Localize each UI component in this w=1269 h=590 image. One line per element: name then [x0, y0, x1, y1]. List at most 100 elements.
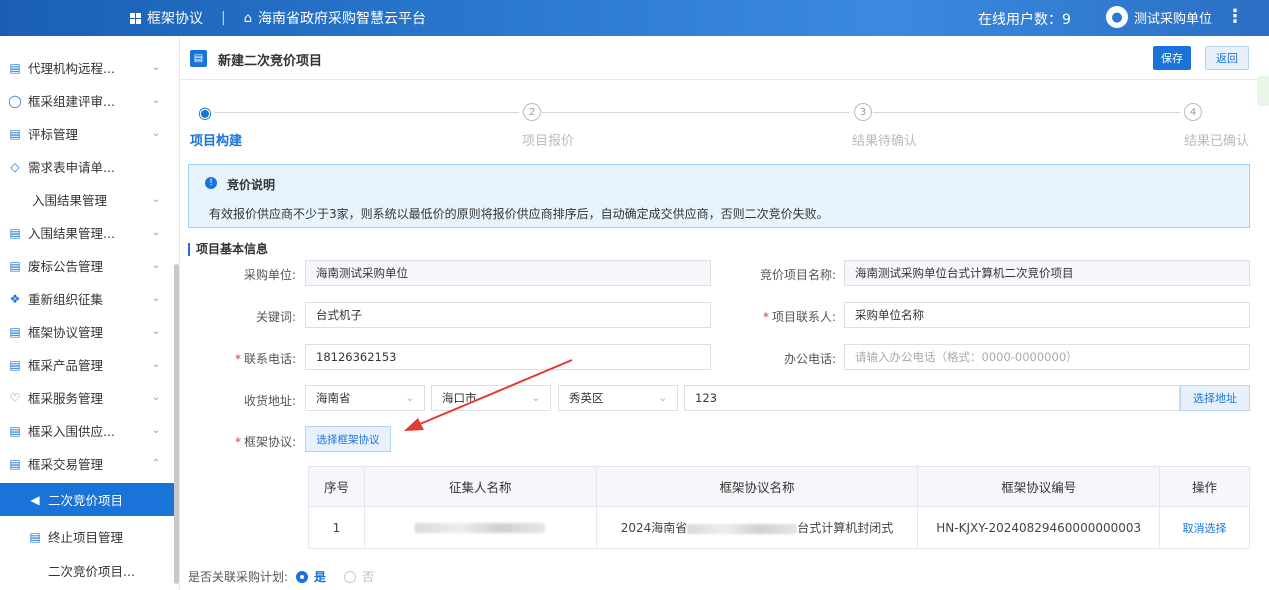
city-select[interactable]: 海口市 ⌄ [431, 385, 551, 411]
sidebar-item-label: 框采组建评审... [28, 94, 115, 109]
redacted-text [415, 523, 546, 533]
sidebar-item-label: 框采入围供应... [28, 424, 115, 439]
product-icon: ▤ [9, 357, 21, 372]
sidebar-item-demand-form[interactable]: ◇ 需求表申请单... [0, 150, 174, 183]
sidebar-item-secondary-bidding[interactable]: ◀ 二次竞价项目 [0, 483, 174, 516]
choose-address-button[interactable]: 选择地址 [1180, 385, 1250, 411]
sidebar-item-trade[interactable]: ▤ 框采交易管理 ⌃ [0, 447, 174, 480]
bidding-icon: ◀ [30, 492, 40, 507]
sidebar-item-evaluation[interactable]: ▤ 评标管理 ⌄ [0, 117, 174, 150]
sidebar-item-label: 代理机构远程... [28, 61, 115, 76]
terminate-icon: ▤ [29, 529, 41, 544]
chevron-down-icon: ⌄ [151, 293, 160, 304]
sidebar-item-supplier[interactable]: ▤ 框采入围供应... ⌄ [0, 414, 174, 447]
module-title[interactable]: 框架协议 [147, 8, 203, 28]
purchaser-field[interactable]: 海南测试采购单位 [305, 260, 711, 286]
address-label: 收货地址: [243, 394, 296, 408]
agency-icon: ▤ [9, 60, 21, 75]
chevron-down-icon: ⌄ [151, 194, 160, 205]
sidebar-item-invalid-bid[interactable]: ▤ 废标公告管理 ⌄ [0, 249, 174, 282]
trade-icon: ▤ [9, 456, 21, 471]
radio-yes-label[interactable]: 是 [314, 568, 326, 585]
radio-no[interactable] [344, 570, 357, 583]
sidebar-item-product[interactable]: ▤ 框采产品管理 ⌄ [0, 348, 174, 381]
step-number: 2 [523, 103, 541, 121]
radio-no-label[interactable]: 否 [362, 568, 374, 585]
phone-label: * 联系电话: [220, 350, 296, 367]
sidebar-item-shortlist-result-2[interactable]: ▤ 入围结果管理... ⌄ [0, 216, 174, 249]
chevron-down-icon: ⌄ [531, 392, 540, 404]
chevron-down-icon: ⌄ [151, 326, 160, 337]
cancel-selection-link[interactable]: 取消选择 [1159, 506, 1250, 549]
user-menu[interactable]: ● 测试采购单位 [1106, 6, 1212, 28]
back-button[interactable]: 返回 [1205, 46, 1249, 70]
address-detail-input[interactable]: 123 [684, 385, 1180, 411]
district-value: 秀英区 [569, 391, 604, 405]
sidebar-item-label: 二次竞价项目 [48, 493, 124, 508]
grid-icon[interactable] [130, 12, 141, 24]
user-name[interactable]: 测试采购单位 [1134, 8, 1212, 27]
agreement-name-prefix: 2024海南省 [620, 521, 688, 535]
agreement-name-suffix: 台式计算机封闭式 [797, 521, 894, 535]
plan-radio-row: 是否关联采购计划: 是 否 [188, 568, 374, 585]
chevron-down-icon: ⌄ [151, 128, 160, 139]
location-pin-icon: ◉ [196, 103, 214, 122]
choose-agreement-button[interactable]: 选择框架协议 [305, 426, 391, 452]
more-icon[interactable]: ⋮ [1226, 6, 1244, 27]
contact-input[interactable]: 采购单位名称 [844, 302, 1250, 328]
chevron-down-icon: ⌄ [151, 392, 160, 403]
platform-title[interactable]: 海南省政府采购智慧云平台 [258, 8, 426, 28]
document-icon: ▤ [190, 50, 207, 67]
sidebar-item-review-team[interactable]: ◯ 框采组建评审... ⌄ [0, 84, 174, 117]
plan-label: 是否关联采购计划: [188, 570, 289, 584]
chevron-down-icon: ⌄ [151, 425, 160, 436]
avatar-icon: ● [1106, 6, 1128, 28]
sidebar-item-shortlist-result[interactable]: 入围结果管理 ⌄ [0, 183, 174, 216]
result-icon: ▤ [9, 225, 21, 240]
agreement-label: * 框架协议: [220, 433, 296, 450]
info-icon: ! [205, 177, 217, 189]
project-name-field[interactable]: 海南测试采购单位台式计算机二次竞价项目 [844, 260, 1250, 286]
keyword-input[interactable]: 台式机子 [305, 302, 711, 328]
sidebar-item-label: 重新组织征集 [28, 292, 104, 307]
radio-yes[interactable] [296, 570, 309, 583]
province-value: 海南省 [316, 391, 351, 405]
save-button[interactable]: 保存 [1153, 46, 1191, 70]
step-label-build: 项目构建 [190, 134, 243, 149]
top-bar: 框架协议 | ⌂ 海南省政府采购智慧云平台 在线用户数：9 ● 测试采购单位 ⋮ [0, 0, 1269, 36]
sidebar-item-secondary-bidding-2[interactable]: 二次竞价项目... [0, 554, 174, 587]
sidebar-item-reorganize[interactable]: ❖ 重新组织征集 ⌄ [0, 282, 174, 315]
phone-input[interactable]: 18126362153 [305, 344, 711, 370]
sidebar-item-label: 终止项目管理 [48, 530, 124, 545]
sidebar-item-label: 框采产品管理 [28, 358, 104, 373]
sidebar-item-agreement[interactable]: ▤ 框架协议管理 ⌄ [0, 315, 174, 348]
agreement-table: 序号 征集人名称 框架协议名称 框架协议编号 操作 1 2024海南省 台式计算机… [308, 466, 1250, 549]
col-index: 序号 [308, 466, 365, 507]
sidebar-scrollbar[interactable] [174, 264, 179, 584]
table-header-row: 序号 征集人名称 框架协议名称 框架协议编号 操作 [308, 466, 1250, 507]
sidebar-item-label: 需求表申请单... [28, 160, 115, 175]
province-select[interactable]: 海南省 ⌄ [305, 385, 425, 411]
step-label-confirmed: 结果已确认 [1184, 134, 1250, 149]
city-value: 海口市 [442, 391, 477, 405]
col-agreement-name: 框架协议名称 [595, 466, 919, 507]
sidebar-item-service[interactable]: ♡ 框采服务管理 ⌄ [0, 381, 174, 414]
sidebar-item-terminate[interactable]: ▤ 终止项目管理 [0, 520, 174, 553]
top-brand: 框架协议 | ⌂ 海南省政府采购智慧云平台 [130, 0, 426, 36]
table-row: 1 2024海南省 台式计算机封闭式 HN-KJXY-20240829460000… [308, 506, 1250, 549]
district-select[interactable]: 秀英区 ⌄ [558, 385, 678, 411]
required-mark: * [762, 310, 769, 324]
step-connector [542, 112, 849, 113]
cell-agreement-no: HN-KJXY-20240829460000000003 [917, 506, 1161, 549]
diamond-icon: ◇ [10, 159, 20, 174]
chevron-down-icon: ⌄ [151, 359, 160, 370]
divider: | [221, 10, 226, 26]
supplier-icon: ▤ [9, 423, 21, 438]
sidebar-item-agency-remote[interactable]: ▤ 代理机构远程... ⌄ [0, 51, 174, 84]
sidebar-item-label: 框采服务管理 [28, 391, 104, 406]
step-connector [873, 112, 1180, 113]
cell-collector [363, 506, 597, 549]
sidebar-item-label: 入围结果管理 [32, 193, 108, 208]
office-phone-input[interactable]: 请输入办公电话（格式：0000-0000000） [844, 344, 1250, 370]
home-icon[interactable]: ⌂ [244, 11, 252, 26]
